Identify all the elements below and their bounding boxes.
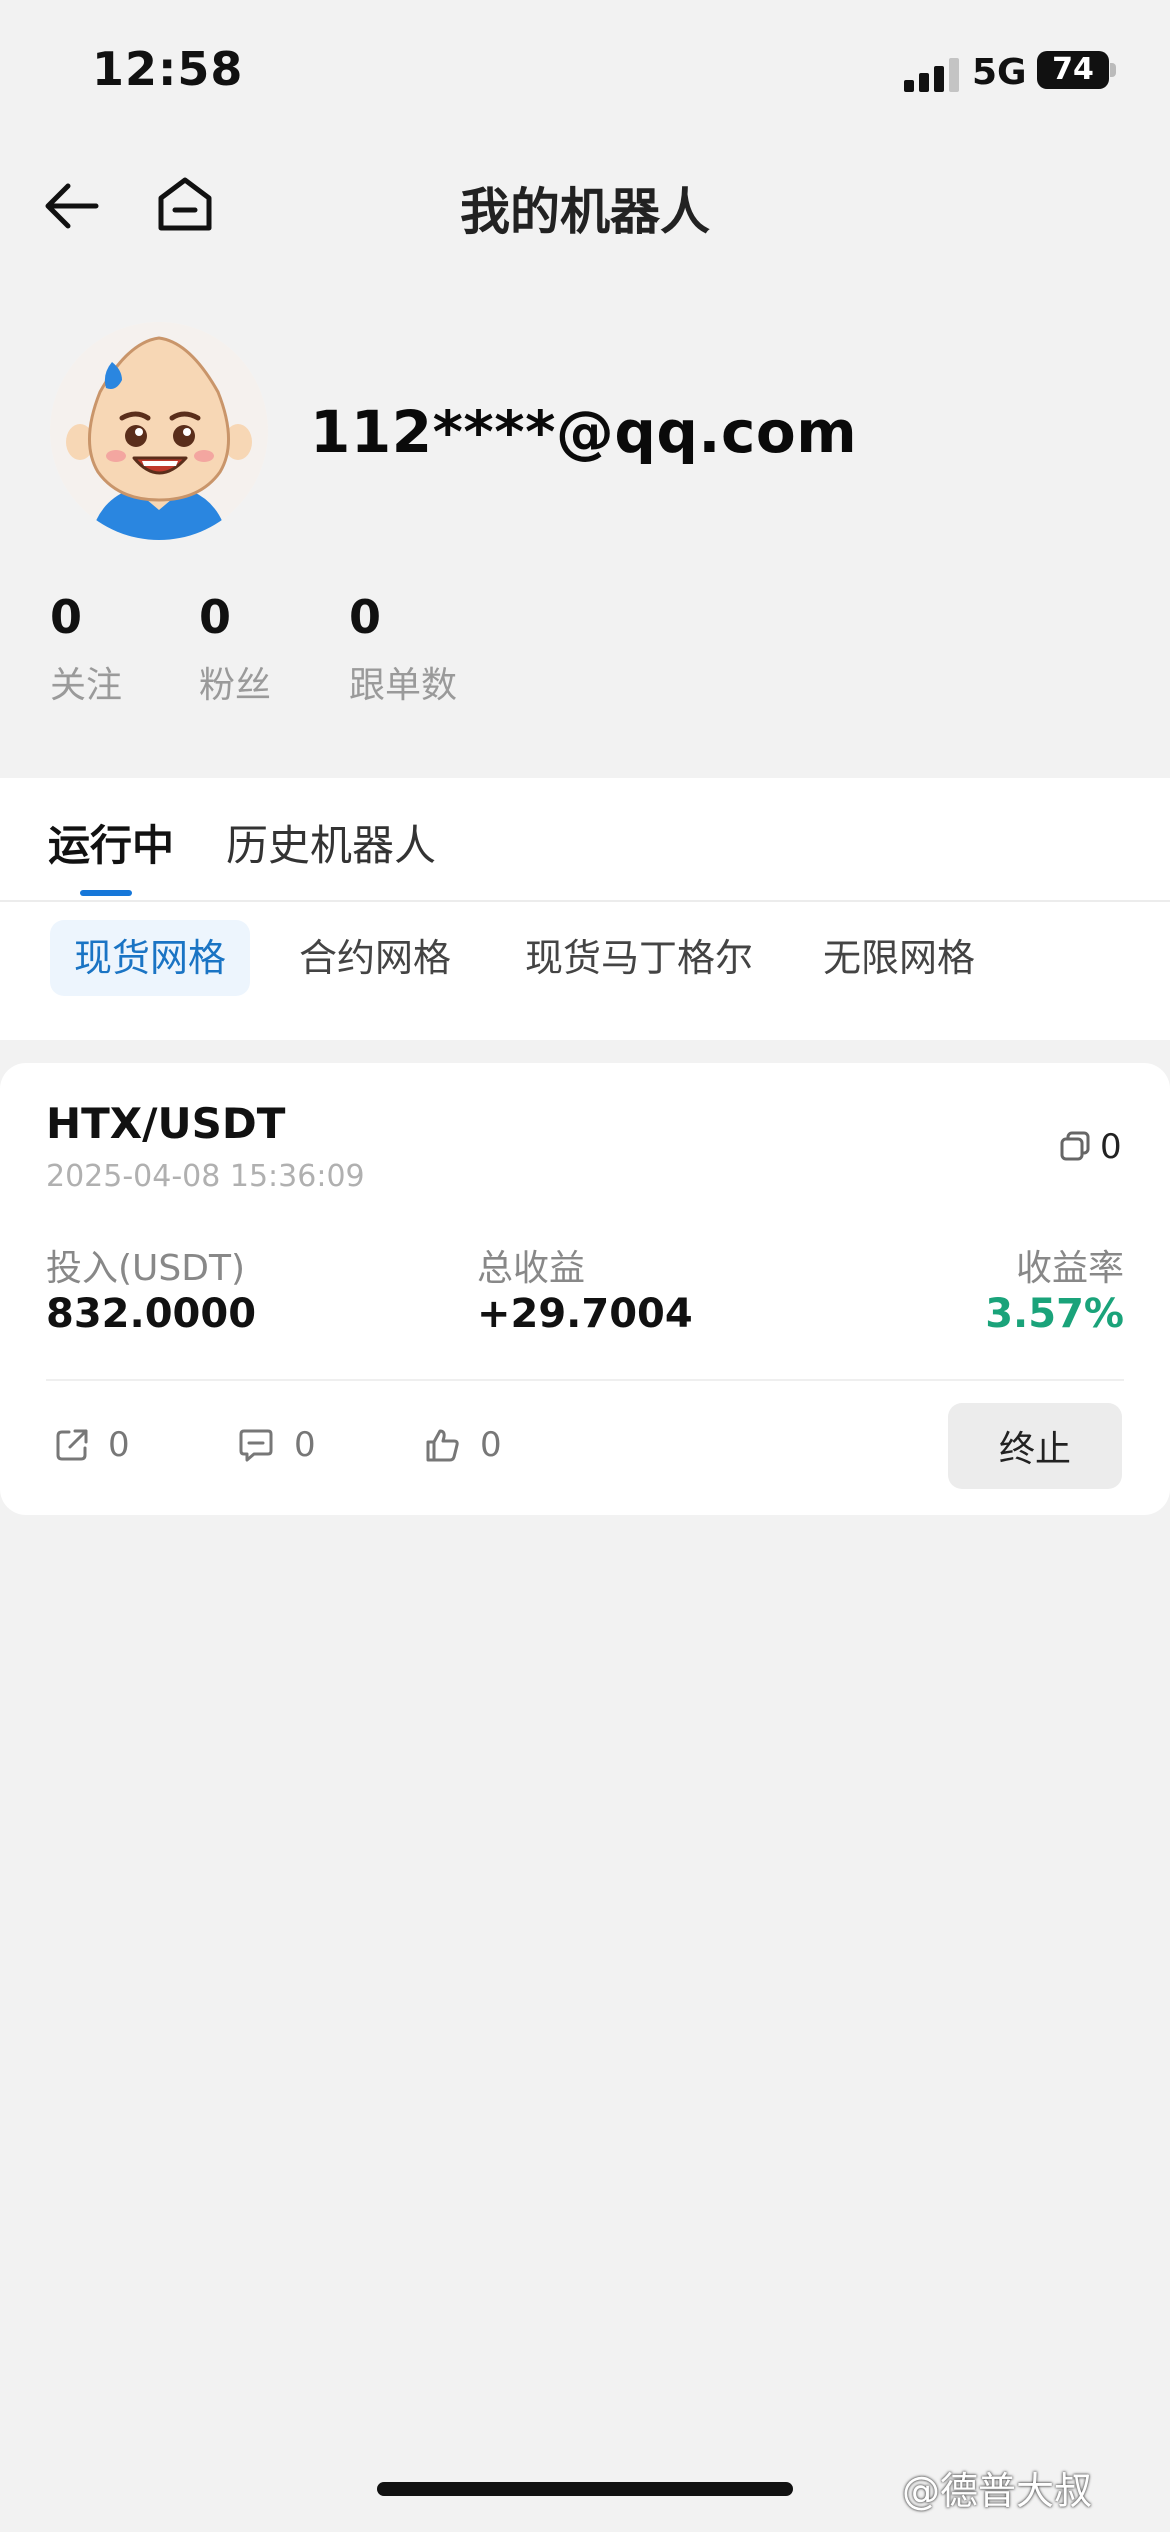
home-indicator[interactable] [377, 2482, 793, 2496]
filter-infinite-grid[interactable]: 无限网格 [799, 920, 999, 996]
user-email: 112****@qq.com [310, 398, 858, 466]
tab-running[interactable]: 运行中 [48, 812, 174, 873]
share-icon[interactable] [54, 1427, 90, 1463]
total-profit-label: 总收益 [477, 1248, 586, 1289]
status-time: 12:58 [92, 42, 244, 96]
filter-contract-grid[interactable]: 合约网格 [275, 920, 475, 996]
investment-value: 832.0000 [46, 1291, 257, 1337]
following-label[interactable]: 关注 [50, 656, 122, 708]
page-title: 我的机器人 [460, 183, 710, 241]
total-profit-value: +29.7004 [477, 1291, 693, 1337]
copy-trade-label[interactable]: 跟单数 [349, 656, 457, 708]
copy-icon[interactable] [1060, 1131, 1090, 1161]
copy-trade-count[interactable]: 0 [349, 590, 381, 644]
filter-spot-grid[interactable]: 现货网格 [50, 920, 251, 996]
like-count: 0 [480, 1425, 502, 1465]
tab-history-bots[interactable]: 历史机器人 [226, 812, 436, 873]
comment-icon[interactable] [238, 1427, 274, 1463]
card-divider [46, 1379, 1124, 1381]
bot-card[interactable]: HTX/USDT 2025-04-08 15:36:09 0 投入(USDT) … [0, 1063, 1170, 1515]
battery-level: 74 [1037, 51, 1109, 89]
cartoon-baby-avatar-icon [50, 322, 268, 540]
created-time: 2025-04-08 15:36:09 [46, 1159, 365, 1194]
comment-count: 0 [294, 1425, 316, 1465]
followers-count[interactable]: 0 [199, 590, 231, 644]
investment-label: 投入(USDT) [46, 1248, 246, 1289]
avatar[interactable] [50, 322, 268, 540]
active-tab-indicator [80, 890, 132, 896]
watermark: @德普大叔 [902, 2469, 1093, 2513]
battery-cap [1110, 63, 1116, 77]
tabs-divider [0, 900, 1170, 902]
filter-spot-martingale[interactable]: 现货马丁格尔 [501, 920, 777, 996]
stop-bot-button[interactable]: 终止 [948, 1403, 1122, 1489]
signal-strength-icon [904, 58, 959, 92]
network-type: 5G [972, 52, 1027, 93]
following-count[interactable]: 0 [50, 590, 82, 644]
share-count: 0 [108, 1425, 130, 1465]
profit-rate-label: 收益率 [1015, 1248, 1124, 1289]
copy-count: 0 [1100, 1127, 1122, 1167]
thumbs-up-icon[interactable] [424, 1427, 460, 1463]
followers-label[interactable]: 粉丝 [199, 656, 271, 708]
trading-pair: HTX/USDT [46, 1099, 286, 1148]
tabs-panel: 运行中 历史机器人 现货网格 合约网格 现货马丁格尔 无限网格 [0, 778, 1170, 1040]
profit-rate-value: 3.57% [985, 1291, 1124, 1337]
